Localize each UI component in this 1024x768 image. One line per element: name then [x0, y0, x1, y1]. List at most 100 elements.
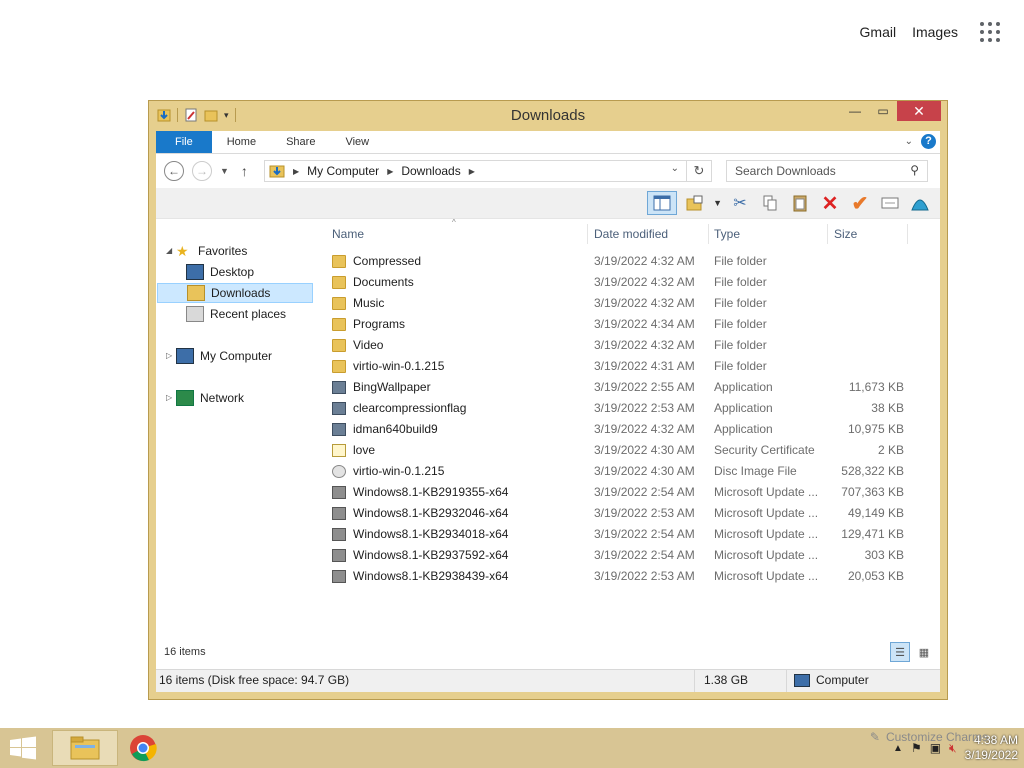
window-title: Downloads: [510, 107, 586, 124]
tree-desktop[interactable]: Desktop: [186, 262, 254, 282]
paste-icon[interactable]: [788, 191, 812, 215]
file-name: BingWallpaper: [353, 380, 431, 394]
table-row[interactable]: Compressed 3/19/2022 4:32 AM File folder: [332, 251, 940, 272]
table-row[interactable]: idman640build9 3/19/2022 4:32 AM Applicati…: [332, 419, 940, 440]
disc-icon: [332, 465, 346, 478]
search-input[interactable]: Search Downloads ⚲: [726, 160, 928, 182]
refresh-button[interactable]: ↻: [686, 160, 712, 182]
file-date: 3/19/2022 4:31 AM: [594, 359, 695, 373]
sort-arrow-icon: ^: [452, 218, 456, 227]
table-row[interactable]: Windows8.1-KB2934018-x64 3/19/2022 2:54 A…: [332, 524, 940, 545]
large-icons-view-icon[interactable]: ▦: [914, 642, 934, 662]
window-controls: ― ▭ ✕: [841, 101, 941, 121]
table-row[interactable]: Windows8.1-KB2932046-x64 3/19/2022 2:53 A…: [332, 503, 940, 524]
title-bar[interactable]: ▾ Downloads ― ▭ ✕: [149, 101, 947, 131]
table-row[interactable]: clearcompressionflag 3/19/2022 2:53 AM App…: [332, 398, 940, 419]
expanded-arrow-icon[interactable]: ◢: [166, 241, 176, 261]
delete-icon[interactable]: ✕: [818, 191, 842, 215]
table-row[interactable]: Music 3/19/2022 4:32 AM File folder: [332, 293, 940, 314]
taskbar-chrome[interactable]: [110, 730, 176, 766]
pencil-icon: ✎: [869, 730, 880, 744]
file-name: clearcompressionflag: [353, 401, 467, 415]
collapsed-arrow-icon[interactable]: ▷: [166, 388, 176, 408]
file-name-cell: Windows8.1-KB2919355-x64: [332, 482, 508, 503]
close-button[interactable]: ✕: [897, 101, 941, 121]
tree-recent-places[interactable]: Recent places: [186, 304, 286, 324]
file-size: 20,053 KB: [847, 569, 904, 583]
table-row[interactable]: virtio-win-0.1.215 3/19/2022 4:30 AM Disc …: [332, 461, 940, 482]
folder-options-icon[interactable]: [683, 191, 707, 215]
table-row[interactable]: Programs 3/19/2022 4:34 AM File folder: [332, 314, 940, 335]
file-date: 3/19/2022 4:32 AM: [594, 338, 695, 352]
minimize-button[interactable]: ―: [841, 101, 869, 121]
collapsed-arrow-icon[interactable]: ▷: [166, 346, 176, 366]
taskbar-file-explorer[interactable]: [52, 730, 118, 766]
help-icon[interactable]: ?: [921, 134, 936, 149]
address-dropdown-icon[interactable]: ⌄: [671, 163, 679, 174]
preview-pane-icon[interactable]: [647, 191, 678, 215]
column-header-size[interactable]: Size: [834, 224, 857, 244]
item-count: 16 items: [164, 646, 206, 658]
tree-network[interactable]: ▷ Network: [166, 388, 244, 408]
tree-my-computer[interactable]: ▷ My Computer: [166, 346, 272, 366]
file-type: Disc Image File: [714, 464, 797, 478]
file-date: 3/19/2022 2:54 AM: [594, 527, 695, 541]
dropdown-icon[interactable]: ▼: [713, 198, 722, 208]
apps-grid-icon[interactable]: [980, 22, 1000, 42]
file-name-cell: love: [332, 440, 375, 461]
cut-icon[interactable]: ✂: [728, 191, 752, 215]
images-link[interactable]: Images: [912, 24, 958, 40]
tab-view[interactable]: View: [330, 131, 384, 153]
search-placeholder: Search Downloads: [735, 164, 836, 178]
upd-icon: [332, 507, 346, 520]
tab-share[interactable]: Share: [271, 131, 330, 153]
details-view-icon[interactable]: ☰: [890, 642, 910, 662]
tab-file[interactable]: File: [156, 131, 212, 153]
properties-icon[interactable]: [878, 191, 902, 215]
file-name-cell: virtio-win-0.1.215: [332, 356, 444, 377]
table-row[interactable]: Video 3/19/2022 4:32 AM File folder: [332, 335, 940, 356]
browser-top-links: Gmail Images: [860, 22, 1000, 42]
file-name: Documents: [353, 275, 414, 289]
forward-button[interactable]: →: [192, 161, 212, 181]
chevron-right-icon[interactable]: ▶: [387, 167, 393, 176]
column-header-name[interactable]: Name: [332, 224, 364, 244]
expand-ribbon-icon[interactable]: ⌄: [905, 136, 913, 147]
table-row[interactable]: Windows8.1-KB2937592-x64 3/19/2022 2:54 A…: [332, 545, 940, 566]
column-header-type[interactable]: Type: [714, 224, 740, 244]
table-row[interactable]: Documents 3/19/2022 4:32 AM File folder: [332, 272, 940, 293]
file-name-cell: clearcompressionflag: [332, 398, 466, 419]
copy-icon[interactable]: [758, 191, 782, 215]
network-icon: [176, 390, 194, 406]
file-date: 3/19/2022 2:53 AM: [594, 401, 695, 415]
table-row[interactable]: Windows8.1-KB2938439-x64 3/19/2022 2:53 A…: [332, 566, 940, 587]
file-size: 707,363 KB: [841, 485, 904, 499]
show-hidden-icons[interactable]: ▲: [893, 743, 903, 754]
address-bar[interactable]: ▶ My Computer ▶ Downloads ▶ ⌄: [264, 160, 712, 182]
chevron-right-icon[interactable]: ▶: [293, 167, 299, 176]
chevron-right-icon[interactable]: ▶: [469, 167, 475, 176]
file-type: Microsoft Update ...: [714, 527, 819, 541]
file-size: 10,975 KB: [847, 422, 904, 436]
shell-icon[interactable]: [908, 191, 932, 215]
file-type: File folder: [714, 338, 767, 352]
table-row[interactable]: BingWallpaper 3/19/2022 2:55 AM Applicatio…: [332, 377, 940, 398]
rename-check-icon[interactable]: ✔: [848, 191, 872, 215]
breadcrumb-my-computer[interactable]: My Computer: [307, 164, 379, 178]
gmail-link[interactable]: Gmail: [860, 24, 897, 40]
recent-locations-icon[interactable]: ▼: [220, 166, 229, 176]
tree-downloads[interactable]: Downloads: [157, 283, 313, 303]
back-button[interactable]: ←: [164, 161, 184, 181]
file-name: love: [353, 443, 376, 457]
up-arrow-icon[interactable]: ↑: [241, 163, 248, 179]
windows-start-icon[interactable]: [8, 736, 38, 760]
table-row[interactable]: virtio-win-0.1.215 3/19/2022 4:31 AM File …: [332, 356, 940, 377]
tab-home[interactable]: Home: [212, 131, 271, 153]
maximize-button[interactable]: ▭: [869, 101, 897, 121]
tree-favorites[interactable]: ◢ ★ Favorites: [166, 241, 247, 261]
search-icon[interactable]: ⚲: [910, 163, 919, 177]
column-header-date[interactable]: Date modified: [594, 224, 668, 244]
breadcrumb-downloads[interactable]: Downloads: [401, 164, 460, 178]
table-row[interactable]: Windows8.1-KB2919355-x64 3/19/2022 2:54 A…: [332, 482, 940, 503]
table-row[interactable]: love 3/19/2022 4:30 AM Security Certificat…: [332, 440, 940, 461]
